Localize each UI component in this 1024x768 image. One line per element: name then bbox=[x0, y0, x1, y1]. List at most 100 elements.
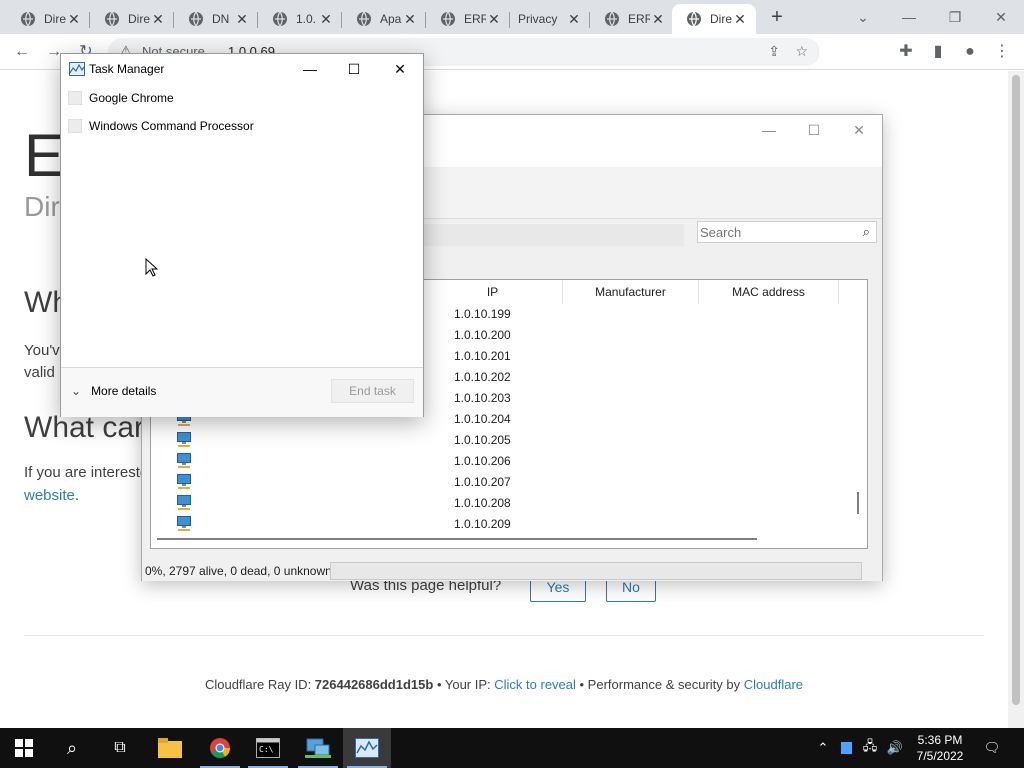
row-ip: 1.0.10.203 bbox=[454, 391, 511, 405]
close-tab-icon[interactable]: ✕ bbox=[150, 11, 166, 27]
bookmark-star-icon[interactable]: ☆ bbox=[795, 43, 808, 60]
close-tab-icon[interactable]: ✕ bbox=[66, 11, 82, 27]
perf-label: • Performance & security by bbox=[575, 677, 744, 692]
notifications-icon[interactable]: 🗨 bbox=[976, 728, 1008, 768]
menu-kebab-icon[interactable]: ⋮ bbox=[992, 42, 1012, 62]
close-tab-icon[interactable]: ✕ bbox=[732, 11, 748, 27]
browser-tab[interactable]: ERR ✕ bbox=[426, 4, 510, 34]
new-tab-button[interactable]: + bbox=[766, 6, 788, 28]
volume-icon[interactable]: 🔊 bbox=[882, 728, 908, 768]
maximize-icon[interactable]: ☐ bbox=[791, 115, 837, 145]
side-panel-icon[interactable]: ▮ bbox=[928, 42, 948, 62]
computer-icon bbox=[177, 495, 191, 511]
footer-divider bbox=[24, 635, 984, 636]
scan-result-row[interactable]: 1.0.10.205 bbox=[151, 430, 867, 451]
process-name: Windows Command Processor bbox=[89, 119, 254, 133]
page-scrollbar[interactable] bbox=[1008, 71, 1024, 728]
close-tab-icon[interactable]: ✕ bbox=[318, 11, 334, 27]
close-window-icon[interactable]: ✕ bbox=[978, 4, 1024, 30]
profile-avatar-icon[interactable]: ● bbox=[960, 42, 980, 62]
show-hidden-icons-chevron-up-icon[interactable]: ⌃ bbox=[812, 728, 834, 768]
row-ip: 1.0.10.199 bbox=[454, 307, 511, 321]
share-icon[interactable]: ⇪ bbox=[768, 43, 780, 60]
search-icon[interactable]: ⌕ bbox=[863, 224, 870, 240]
system-clock[interactable]: 5:36 PM 7/5/2022 bbox=[912, 732, 968, 764]
close-tab-icon[interactable]: ✕ bbox=[486, 11, 502, 27]
tab-title: ERR bbox=[464, 12, 486, 26]
tab-title: ERR bbox=[628, 12, 650, 26]
website-link[interactable]: website bbox=[24, 487, 75, 504]
minimize-icon[interactable]: — bbox=[886, 4, 932, 30]
maximize-icon[interactable]: ☐ bbox=[331, 54, 377, 84]
scan-progress-bar bbox=[330, 562, 862, 580]
tray-app-icon[interactable] bbox=[836, 728, 856, 768]
minimize-icon[interactable]: — bbox=[746, 115, 792, 145]
end-task-button[interactable]: End task bbox=[331, 379, 414, 403]
tab-title: DN bbox=[212, 12, 230, 26]
row-ip: 1.0.10.205 bbox=[454, 433, 511, 447]
globe-icon bbox=[104, 11, 120, 27]
close-tab-icon[interactable]: ✕ bbox=[566, 11, 582, 27]
task-manager-taskbar-button[interactable] bbox=[343, 728, 391, 768]
browser-tab[interactable]: ERR ✕ bbox=[590, 4, 674, 34]
close-tab-icon[interactable]: ✕ bbox=[402, 11, 418, 27]
column-header-ip[interactable]: IP bbox=[423, 280, 563, 304]
vertical-scrollbar[interactable] bbox=[857, 492, 859, 514]
browser-tab[interactable]: 1.0. ✕ bbox=[258, 4, 342, 34]
process-name: Google Chrome bbox=[89, 91, 174, 105]
process-item-google-chrome[interactable]: Google Chrome bbox=[61, 84, 423, 112]
clock-date: 7/5/2022 bbox=[916, 749, 964, 763]
more-details-label: More details bbox=[91, 384, 157, 398]
command-prompt-button[interactable]: C:\ bbox=[244, 728, 292, 768]
minimize-icon[interactable]: — bbox=[287, 54, 333, 84]
browser-tab[interactable]: Apa ✕ bbox=[342, 4, 426, 34]
browser-tab-active[interactable]: Dire ✕ bbox=[672, 4, 756, 34]
back-icon[interactable]: ← bbox=[12, 42, 32, 62]
cloudflare-link[interactable]: Cloudflare bbox=[744, 677, 803, 692]
search-input[interactable] bbox=[698, 222, 848, 242]
ip-label: • Your IP: bbox=[433, 677, 495, 692]
close-icon[interactable]: ✕ bbox=[836, 115, 882, 145]
close-tab-icon[interactable]: ✕ bbox=[234, 11, 250, 27]
reveal-ip-link[interactable]: Click to reveal bbox=[494, 677, 576, 692]
row-ip: 1.0.10.209 bbox=[454, 517, 511, 531]
scanner-search-box[interactable]: ⌕ bbox=[697, 221, 877, 243]
mouse-cursor-icon bbox=[145, 257, 159, 281]
task-view-button[interactable]: ⧉ bbox=[96, 728, 144, 768]
network-icon[interactable]: 🖧 bbox=[858, 728, 882, 768]
close-tab-icon[interactable]: ✕ bbox=[650, 11, 666, 27]
tab-search-icon[interactable]: ⌄ bbox=[840, 4, 886, 30]
scan-result-row[interactable]: 1.0.10.209 bbox=[151, 514, 867, 535]
browser-tab[interactable]: Dire ✕ bbox=[90, 4, 174, 34]
globe-icon bbox=[604, 11, 620, 27]
tab-title: 1.0. bbox=[296, 12, 317, 26]
horizontal-scrollbar[interactable] bbox=[157, 538, 757, 540]
search-button[interactable]: ⌕ bbox=[48, 728, 96, 768]
globe-icon bbox=[686, 11, 702, 27]
column-header-manufacturer[interactable]: Manufacturer bbox=[563, 280, 699, 304]
scan-result-row[interactable]: 1.0.10.208 bbox=[151, 493, 867, 514]
scan-result-row[interactable]: 1.0.10.207 bbox=[151, 472, 867, 493]
scrollbar-thumb[interactable] bbox=[1012, 75, 1020, 705]
browser-tab[interactable]: Dire ✕ bbox=[6, 4, 90, 34]
task-manager-titlebar: Task Manager — ☐ ✕ bbox=[61, 54, 423, 84]
scan-result-row[interactable]: 1.0.10.206 bbox=[151, 451, 867, 472]
folder-icon bbox=[158, 738, 182, 758]
process-item-command-processor[interactable]: Windows Command Processor bbox=[61, 112, 423, 140]
column-header-mac[interactable]: MAC address bbox=[699, 280, 839, 304]
close-icon[interactable]: ✕ bbox=[377, 54, 423, 84]
file-explorer-button[interactable] bbox=[146, 728, 194, 768]
start-button[interactable] bbox=[0, 728, 48, 768]
para1-line2: valid bbox=[24, 364, 55, 381]
search-icon: ⌕ bbox=[66, 737, 78, 758]
browser-tab[interactable]: DN ✕ bbox=[174, 4, 258, 34]
globe-icon bbox=[272, 11, 288, 27]
scan-status-text: 0%, 2797 alive, 0 dead, 0 unknown bbox=[145, 564, 332, 578]
chrome-taskbar-button[interactable] bbox=[196, 728, 244, 768]
extensions-icon[interactable]: ✚ bbox=[896, 42, 916, 62]
tab-title: Dire bbox=[710, 12, 732, 26]
restore-icon[interactable]: ❐ bbox=[932, 4, 978, 30]
more-details-toggle[interactable]: ⌄ More details bbox=[71, 384, 156, 398]
ip-scanner-button[interactable] bbox=[294, 728, 342, 768]
browser-tab[interactable]: Privacy ✕ bbox=[510, 4, 590, 34]
